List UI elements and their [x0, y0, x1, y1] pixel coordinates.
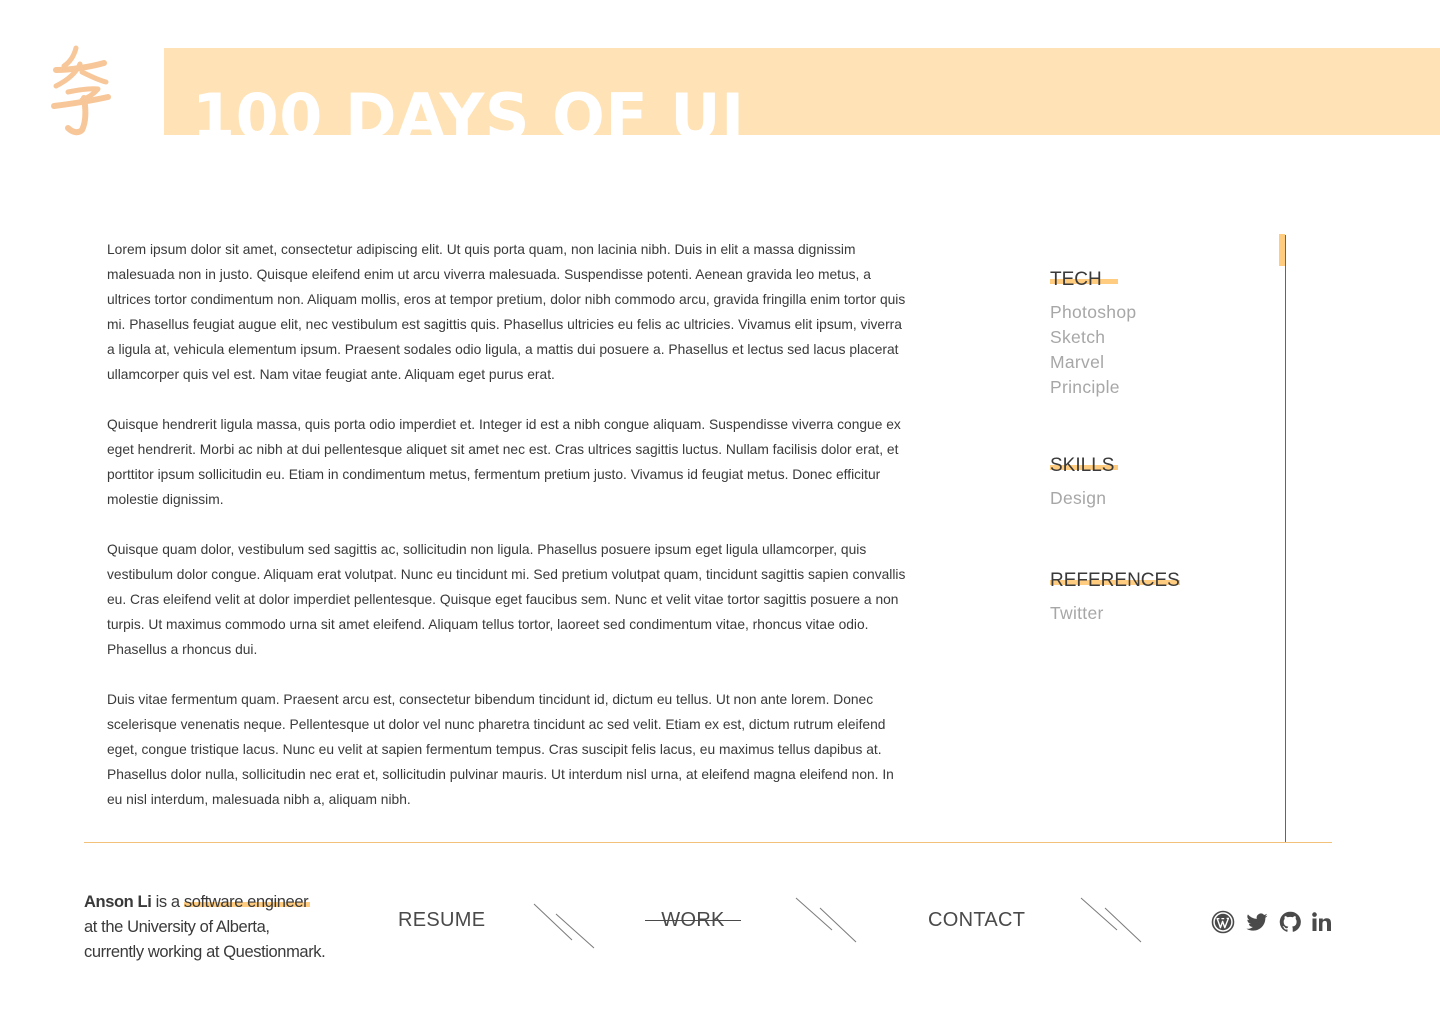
sidebar-divider: [1285, 235, 1286, 842]
references-item-twitter[interactable]: Twitter: [1050, 601, 1270, 626]
tech-item-sketch: Sketch: [1050, 327, 1106, 347]
skills-heading-label: SKILLS: [1050, 455, 1115, 476]
tech-item-principle: Principle: [1050, 377, 1120, 397]
tech-heading: TECH: [1050, 262, 1118, 298]
bio-connector: is a: [151, 893, 184, 911]
decorative-slash-lines: [795, 897, 857, 943]
decorative-slash-lines: [1080, 897, 1142, 943]
main-content: Lorem ipsum dolor sit amet, consectetur …: [107, 237, 907, 837]
footer-divider: [84, 842, 1332, 843]
header-banner: 100 DAYS OF UI: [164, 48, 1440, 135]
tech-item-marvel: Marvel: [1050, 352, 1105, 372]
paragraph: Quisque hendrerit ligula massa, quis por…: [107, 417, 901, 507]
github-icon[interactable]: [1278, 910, 1302, 934]
decorative-slash-lines: [533, 903, 595, 949]
paragraph: Duis vitae fermentum quam. Praesent arcu…: [107, 692, 894, 807]
tech-section: TECH Photoshop Sketch Marvel Principle: [1050, 262, 1270, 400]
paragraph: Quisque quam dolor, vestibulum sed sagit…: [107, 542, 906, 657]
wordpress-icon[interactable]: [1211, 910, 1235, 934]
skills-heading: SKILLS: [1050, 448, 1118, 484]
li-calligraphy-logo: [51, 45, 111, 136]
skills-item-design: Design: [1050, 488, 1107, 508]
sidebar: TECH Photoshop Sketch Marvel Principle S…: [1050, 262, 1270, 626]
references-heading-label: REFERENCES: [1050, 570, 1180, 591]
linkedin-icon[interactable]: [1310, 910, 1334, 934]
author-bio: Anson Li is a software engineer at the U…: [84, 890, 384, 965]
skills-section: SKILLS Design: [1050, 448, 1270, 511]
sidebar-divider-accent: [1279, 234, 1285, 266]
nav-contact-link[interactable]: CONTACT: [928, 905, 1025, 935]
nav-resume-link[interactable]: RESUME: [398, 905, 485, 935]
tech-heading-label: TECH: [1050, 269, 1102, 290]
paragraph: Lorem ipsum dolor sit amet, consectetur …: [107, 242, 906, 382]
tech-item-photoshop: Photoshop: [1050, 302, 1137, 322]
references-heading: REFERENCES: [1050, 563, 1180, 599]
bio-line-3: currently working at Questionmark.: [84, 943, 326, 961]
bio-line-2: at the University of Alberta,: [84, 918, 270, 936]
nav-work-link[interactable]: WORK: [645, 905, 741, 935]
page-title: 100 DAYS OF UI: [192, 80, 745, 136]
references-section: REFERENCES Twitter: [1050, 563, 1270, 626]
twitter-icon[interactable]: [1245, 910, 1269, 934]
author-role: software engineer: [183, 890, 311, 915]
author-name: Anson Li: [84, 893, 152, 911]
nav-work-strike: [645, 920, 741, 921]
